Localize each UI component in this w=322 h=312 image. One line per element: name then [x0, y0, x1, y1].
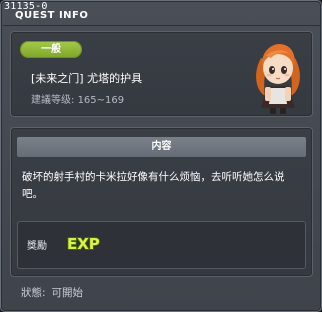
npc-portrait-icon	[256, 44, 300, 114]
reward-box: 獎勵 EXP	[17, 221, 306, 269]
window-title: QUEST INFO	[15, 10, 89, 21]
status-label: 狀態:	[21, 287, 46, 299]
content-section-header: 内容	[17, 137, 306, 157]
quest-description: 破坏的射手村的卡米拉好像有什么烦恼，去听听她怎么说吧。	[22, 171, 285, 200]
quest-header-panel: 一般 [未来之门] 尤塔的护具 建議等级: 165~169	[10, 31, 313, 117]
title-bar[interactable]: QUEST INFO	[3, 10, 321, 26]
exp-text: EXP	[67, 235, 100, 253]
quest-info-window: 31135-0 QUEST INFO 一般 [未来之门] 尤塔的护具 建議等级:…	[0, 0, 322, 312]
quest-name: [未来之门] 尤塔的护具	[31, 72, 143, 85]
level-range: 建議等级: 165~169	[31, 91, 124, 106]
exp-icon: EXP	[66, 234, 100, 253]
level-label: 建議等级	[31, 95, 71, 106]
quest-status: 狀態: 可開始	[21, 285, 83, 300]
quest-content-panel: 内容 破坏的射手村的卡米拉好像有什么烦恼，去听听她怎么说吧。 獎勵 EXP	[10, 127, 313, 277]
level-value: 165~169	[77, 95, 125, 106]
status-value: 可開始	[51, 287, 84, 299]
reward-label: 獎勵	[27, 241, 47, 252]
category-badge: 一般	[20, 41, 82, 58]
